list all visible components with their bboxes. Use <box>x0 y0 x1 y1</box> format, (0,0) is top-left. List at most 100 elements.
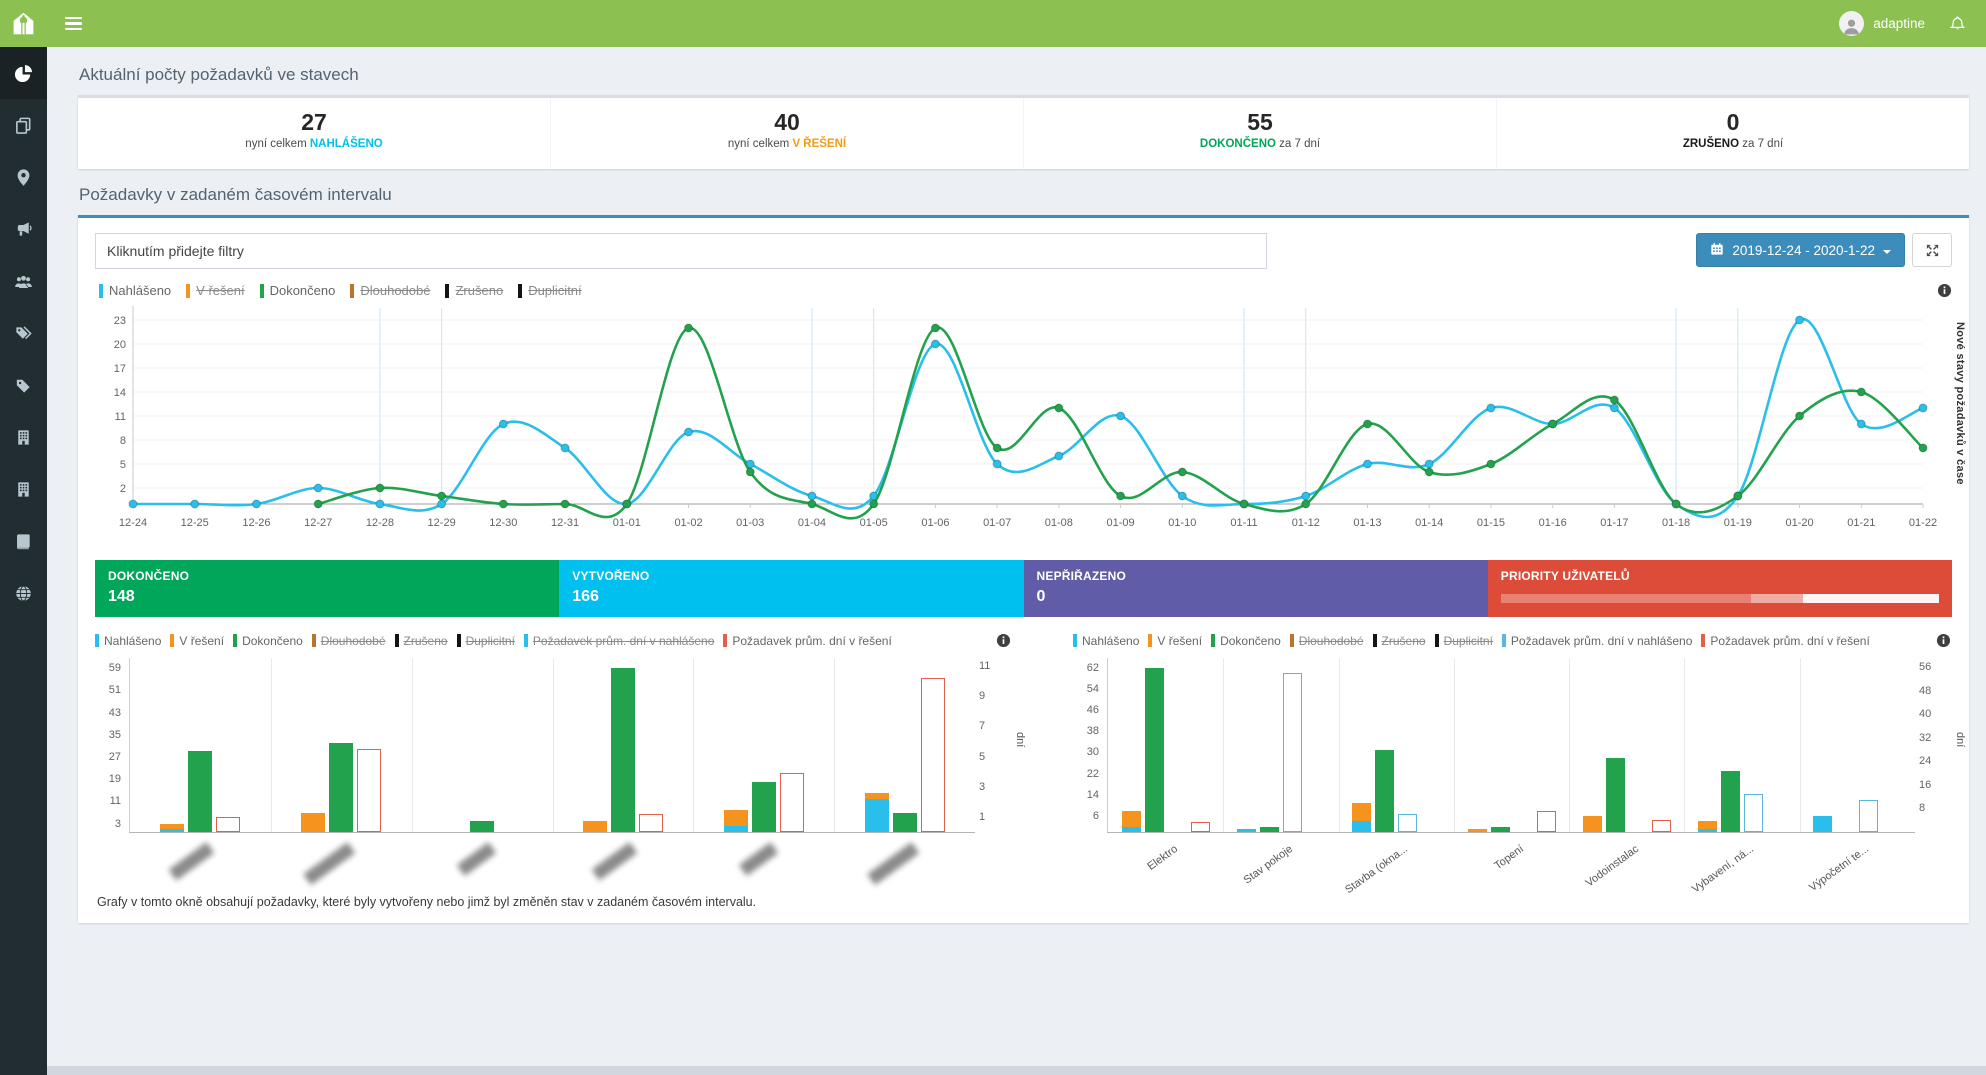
stat-value: 55 <box>1024 109 1496 135</box>
sidebar-item-book-9[interactable] <box>0 515 47 567</box>
legend-item[interactable]: Duplicitní <box>1435 634 1493 648</box>
bar-segment <box>1237 829 1256 832</box>
bar <box>1191 822 1210 832</box>
fullscreen-button[interactable] <box>1912 233 1952 267</box>
sidebar-item-map-marker-2[interactable] <box>0 151 47 203</box>
legend-marker <box>1373 634 1377 647</box>
legend-item[interactable]: Nahlášeno <box>1073 634 1139 648</box>
legend-item[interactable]: Duplicitní <box>518 283 581 298</box>
info-icon[interactable] <box>996 633 1011 648</box>
bar <box>470 821 494 832</box>
sidebar-item-globe-10[interactable] <box>0 567 47 619</box>
date-range-button[interactable]: 2019-12-24 - 2020-1-22 <box>1696 233 1905 267</box>
legend-item[interactable]: Požadavek prům. dní v řešení <box>723 634 891 648</box>
legend-item[interactable]: Zrušeno <box>1373 634 1426 648</box>
legend-marker <box>1701 634 1705 647</box>
category-label: Vodoinstalac <box>1583 843 1641 889</box>
legend-item[interactable]: Duplicitní <box>457 634 515 648</box>
stat-value: 27 <box>78 109 550 135</box>
globe-icon <box>14 584 33 603</box>
sidebar-item-building-7[interactable] <box>0 411 47 463</box>
group-separator <box>412 658 413 832</box>
stacked-bar <box>1698 821 1717 832</box>
stacked-bar <box>724 810 748 832</box>
line-chart: 258111417202312-2412-2512-2612-2712-2812… <box>95 300 1947 550</box>
app-logo[interactable] <box>0 0 47 47</box>
summary-box-neprirazeno: NEPŘIŘAZENO0 <box>1024 560 1488 617</box>
legend-marker <box>233 634 237 647</box>
stacked-bar <box>1352 803 1371 832</box>
notifications-bell[interactable] <box>1949 15 1966 32</box>
sidebar-menu <box>0 47 47 619</box>
bar-segment <box>160 829 184 832</box>
legend-item[interactable]: Dlouhodobé <box>350 283 430 298</box>
bar-segment <box>1698 829 1717 832</box>
summary-box-priority: PRIORITY UŽIVATELŮ <box>1488 560 1952 617</box>
sidebar-item-building-8[interactable] <box>0 463 47 515</box>
legend-item[interactable]: Dokončeno <box>260 283 336 298</box>
legend-item[interactable]: Dlouhodobé <box>1290 634 1364 648</box>
category-label: ██████ <box>592 843 637 880</box>
sidebar-item-bullhorn-3[interactable] <box>0 203 47 255</box>
group-separator <box>1454 658 1455 832</box>
legend-label: Nahlášeno <box>104 634 161 648</box>
svg-text:12-27: 12-27 <box>304 517 332 529</box>
right-axis-tick: 11 <box>979 660 1009 672</box>
svg-text:01-12: 01-12 <box>1292 517 1320 529</box>
legend-item[interactable]: Zrušeno <box>395 634 448 648</box>
legend-item[interactable]: Požadavek prům. dní v nahlášeno <box>1502 634 1692 648</box>
legend-item[interactable]: V řešení <box>186 283 244 298</box>
summary-box-label: PRIORITY UŽIVATELŮ <box>1501 569 1939 583</box>
book-icon <box>14 532 33 551</box>
info-icon[interactable] <box>1937 283 1952 298</box>
legend-item[interactable]: V řešení <box>170 634 224 648</box>
user-menu[interactable]: adaptine <box>1839 11 1925 36</box>
stacked-bar <box>583 821 607 832</box>
category-label: Stavba (okna... <box>1343 843 1410 896</box>
left-axis-tick: 22 <box>1073 768 1099 780</box>
bar-segment <box>1352 821 1371 832</box>
sidebar-item-tag-6[interactable] <box>0 359 47 411</box>
sidebar-item-tags-5[interactable] <box>0 307 47 359</box>
chart-controls: 2019-12-24 - 2020-1-22 <box>1696 233 1952 267</box>
legend-item[interactable]: V řešení <box>1148 634 1202 648</box>
legend-marker <box>1073 634 1077 647</box>
sidebar-item-copy-1[interactable] <box>0 99 47 151</box>
right-axis-tick: 16 <box>1919 779 1949 791</box>
legend-item[interactable]: Dlouhodobé <box>312 634 386 648</box>
legend-item[interactable]: Dokončeno <box>233 634 303 648</box>
category-label: Topení <box>1492 843 1526 872</box>
svg-text:2: 2 <box>120 483 126 495</box>
legend-label: Nahlášeno <box>109 283 171 298</box>
right-axis-tick: 8 <box>1919 802 1949 814</box>
legend-item[interactable]: Zrušeno <box>445 283 503 298</box>
avatar <box>1839 11 1864 36</box>
info-icon[interactable] <box>1936 633 1951 648</box>
sidebar-item-pie-chart-0[interactable] <box>0 47 47 99</box>
legend-item[interactable]: Nahlášeno <box>95 634 161 648</box>
svg-text:17: 17 <box>114 363 126 375</box>
sidebar-item-users-4[interactable] <box>0 255 47 307</box>
svg-text:20: 20 <box>114 339 126 351</box>
legend-item[interactable]: Nahlášeno <box>99 283 171 298</box>
bar-segment <box>1813 816 1832 832</box>
tag-icon <box>14 376 33 395</box>
legend-item[interactable]: Dokončeno <box>1211 634 1281 648</box>
legend-item[interactable]: Požadavek prům. dní v řešení <box>1701 634 1869 648</box>
legend-label: Dlouhodobé <box>360 283 430 298</box>
legend-marker <box>457 634 461 647</box>
bar-segment <box>865 799 889 832</box>
svg-text:12-30: 12-30 <box>489 517 517 529</box>
person-icon <box>1841 15 1862 36</box>
group-separator <box>1684 658 1685 832</box>
bullhorn-icon <box>14 220 33 239</box>
category-label: Výpočetní te... <box>1807 843 1871 894</box>
username: adaptine <box>1873 16 1925 31</box>
right-axis-tick: 7 <box>979 720 1009 732</box>
legend-marker <box>186 284 190 298</box>
legend-item[interactable]: Požadavek prům. dní v nahlášeno <box>524 634 714 648</box>
bar-segment <box>1352 803 1371 822</box>
right-axis-tick: 3 <box>979 781 1009 793</box>
menu-toggle[interactable] <box>55 0 97 47</box>
filter-input[interactable] <box>95 233 1267 269</box>
